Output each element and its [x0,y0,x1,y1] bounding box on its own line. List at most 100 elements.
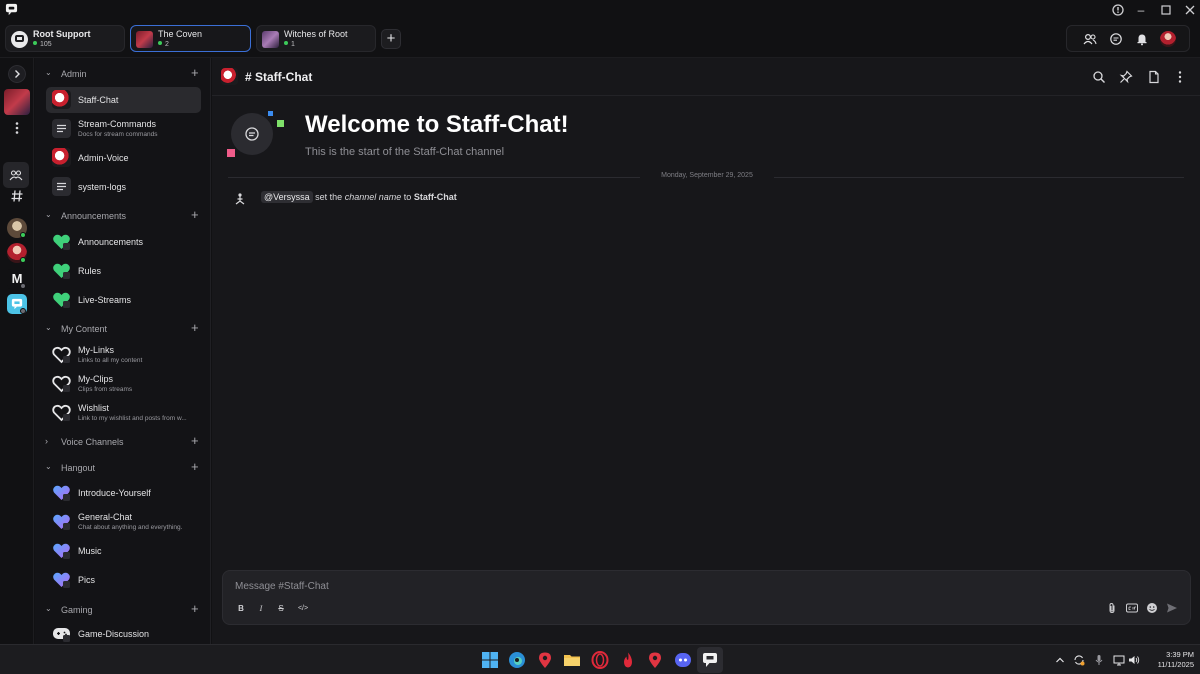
category-gaming[interactable]: ⌄ Gaming + [35,601,210,618]
user-avatar[interactable] [1160,31,1176,47]
minimize-icon[interactable]: – [1134,3,1148,17]
members-icon [9,170,23,181]
category-label: My Content [61,324,108,334]
channel-rules[interactable]: Rules [46,258,201,284]
pin-icon[interactable] [1119,70,1133,84]
more-options-icon[interactable] [10,121,24,135]
category-voice-channels[interactable]: › Voice Channels + [35,433,210,450]
more-options-icon[interactable] [1173,70,1187,84]
chevron-up-icon[interactable] [1054,654,1066,666]
microphone-icon[interactable] [1093,654,1105,666]
add-channel-icon[interactable]: + [191,459,199,474]
add-channel-icon[interactable]: + [191,320,199,335]
expand-chevron-icon[interactable] [8,65,26,83]
members-rail-button[interactable] [3,162,29,188]
discord-icon[interactable] [674,651,692,669]
send-icon[interactable] [1166,602,1178,614]
feedback-icon[interactable] [1111,3,1125,17]
channel-description: Docs for stream commands [78,131,158,138]
files-icon[interactable] [1147,70,1161,84]
channel-pics[interactable]: Pics [46,567,201,593]
sync-tray-icon[interactable] [1073,654,1085,666]
chevron-down-icon: ⌄ [45,68,52,77]
map-pin-app-icon[interactable] [536,651,554,669]
channel-my-clips[interactable]: My-Clips Clips from streams [46,371,201,397]
channel-wishlist[interactable]: Wishlist Link to my wishlist and posts f… [46,400,201,426]
purple-heart-icon [53,543,70,559]
bold-button[interactable]: B [235,603,247,615]
server-tab-witches-of-root[interactable]: Witches of Root 1 [256,25,376,52]
channel-admin-voice[interactable]: Admin-Voice [46,145,201,171]
channel-introduce-yourself[interactable]: Introduce-Yourself [46,480,201,506]
category-announcements[interactable]: ⌄ Announcements + [35,207,210,224]
add-channel-icon[interactable]: + [191,433,199,448]
top-right-toolbar [1066,25,1190,52]
server-tab-root-support[interactable]: Root Support 105 [5,25,125,52]
map-pin-app-2-icon[interactable] [646,651,664,669]
gamepad-icon [53,628,70,642]
category-admin[interactable]: ⌄ Admin + [35,65,210,82]
offline-status-dot [20,308,26,314]
server-name: The Coven [158,29,203,39]
volume-icon[interactable] [1128,654,1140,666]
network-icon[interactable] [1113,654,1125,666]
channels-hash-icon[interactable] [10,189,24,203]
channel-name: system-logs [78,182,127,192]
italic-button[interactable]: I [255,603,267,615]
add-channel-icon[interactable]: + [191,65,199,80]
white-heart-icon [52,404,71,422]
code-button[interactable]: </> [295,603,311,615]
channel-staff-chat[interactable]: Staff-Chat [46,87,201,113]
maximize-icon[interactable] [1159,3,1173,17]
edge-browser-icon[interactable] [508,651,526,669]
add-channel-icon[interactable]: + [191,207,199,222]
attachment-icon[interactable] [1106,602,1118,614]
online-status-dot [20,232,26,238]
add-channel-icon[interactable]: + [191,601,199,616]
user-mention[interactable]: @Versyssa [261,191,313,203]
file-explorer-icon[interactable] [563,651,581,669]
chevron-down-icon: ⌄ [45,323,52,332]
channel-header: # Staff-Chat [212,58,1200,96]
server-tab-the-coven[interactable]: The Coven 2 [130,25,251,52]
channel-system-logs[interactable]: system-logs [46,174,201,200]
system-value: Staff-Chat [413,192,457,202]
online-status-dot [20,257,26,263]
category-my-content[interactable]: ⌄ My Content + [35,320,210,337]
chevron-down-icon: ⌄ [45,462,52,471]
notifications-bell-icon[interactable] [1135,32,1149,46]
channel-live-streams[interactable]: Live-Streams [46,287,201,313]
opera-gx-icon[interactable] [591,651,609,669]
message-input[interactable] [235,578,935,594]
channel-my-links[interactable]: My-Links Links to all my content [46,342,201,368]
the-coven-server-icon[interactable] [4,89,30,115]
emoji-icon[interactable] [1146,602,1158,614]
channel-announcements[interactable]: Announcements [46,229,201,255]
category-hangout[interactable]: ⌄ Hangout + [35,459,210,476]
skull-icon [221,68,238,85]
search-icon[interactable] [1092,70,1106,84]
friends-icon[interactable] [1083,32,1097,46]
channel-general-chat[interactable]: General-Chat Chat about anything and eve… [46,509,201,535]
decor-square-blue [268,111,273,116]
root-taskbar-button[interactable] [697,647,723,673]
text-channel-icon [52,177,71,196]
channel-name: Wishlist [78,403,109,413]
channel-game-discussion[interactable]: Game-Discussion [46,621,201,644]
online-count: 1 [284,41,295,48]
gif-icon[interactable] [1126,602,1138,614]
add-server-button[interactable]: + [381,29,401,49]
messages-icon[interactable] [1109,32,1123,46]
system-clock[interactable]: 3:39 PM 11/11/2025 [1144,650,1194,670]
server-name: Root Support [33,29,91,39]
flame-app-icon[interactable] [619,651,637,669]
channel-name: Rules [78,266,102,276]
strikethrough-button[interactable]: S [275,603,287,615]
channel-stream-commands[interactable]: Stream-Commands Docs for stream commands [46,116,201,142]
date-divider-right [774,177,1184,178]
windows-start-icon[interactable] [481,651,499,669]
close-icon[interactable] [1183,3,1197,17]
server-rail: M [0,58,34,644]
witches-of-root-avatar [262,31,279,48]
channel-music[interactable]: Music [46,538,201,564]
